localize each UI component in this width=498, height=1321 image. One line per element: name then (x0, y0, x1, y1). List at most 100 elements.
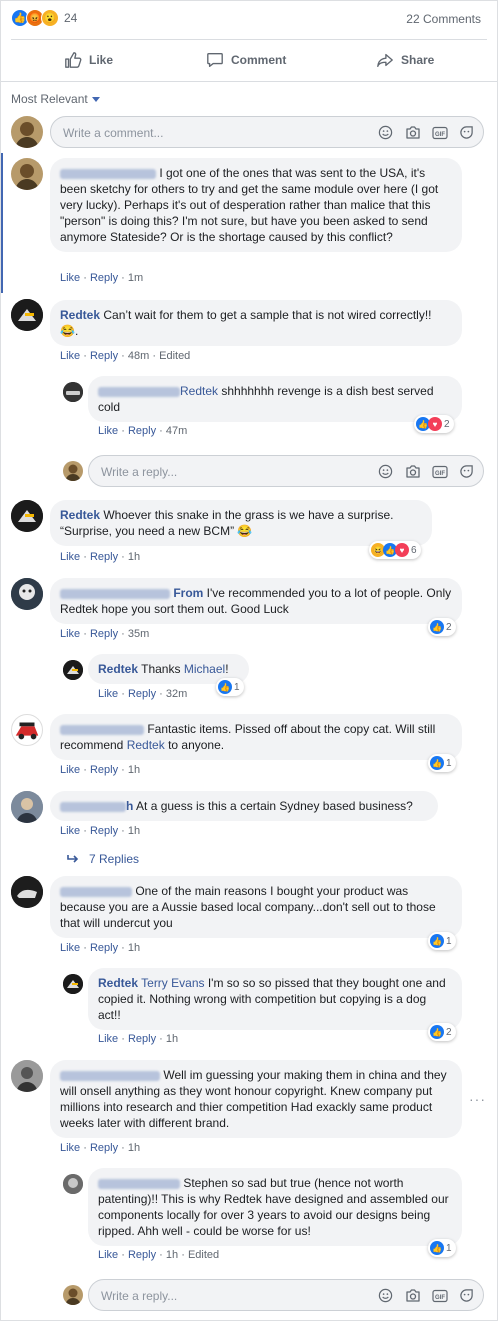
camera-icon[interactable] (404, 1287, 421, 1304)
commenter-name[interactable]: Redtek (60, 508, 100, 522)
reply-link[interactable]: Reply (128, 425, 156, 437)
gif-icon[interactable]: GIF (431, 124, 448, 141)
redacted-commenter-name[interactable] (60, 168, 156, 179)
avatar[interactable] (11, 1060, 43, 1092)
like-link[interactable]: Like (98, 688, 118, 700)
view-replies-link[interactable]: 7 Replies (67, 852, 139, 866)
reaction-badge[interactable]: 👍 2 (428, 1023, 456, 1041)
redacted-commenter-name[interactable] (60, 588, 170, 599)
avatar[interactable] (11, 714, 43, 746)
reaction-summary[interactable]: 👍 😡 😮 24 (11, 9, 77, 27)
edited-label[interactable]: Edited (188, 1249, 219, 1261)
reply-link[interactable]: Reply (128, 1249, 156, 1261)
timestamp[interactable]: 1h (166, 1033, 178, 1045)
avatar[interactable] (11, 299, 43, 331)
like-link[interactable]: Like (98, 1249, 118, 1261)
reply-link[interactable]: Reply (90, 350, 118, 362)
timestamp[interactable]: 1m (128, 272, 143, 284)
avatar[interactable] (11, 791, 43, 823)
comment-input-placeholder[interactable]: Write a comment... (63, 126, 163, 140)
mention[interactable]: Redtek (127, 738, 165, 752)
timestamp[interactable]: 1h (128, 1142, 140, 1154)
reply-link[interactable]: Reply (90, 764, 118, 776)
reply-input-placeholder[interactable]: Write a reply... (101, 1289, 177, 1303)
emoji-icon[interactable] (377, 463, 394, 480)
sticker-icon[interactable] (458, 463, 475, 480)
like-link[interactable]: Like (98, 425, 118, 437)
reaction-badge[interactable]: 👍 1 (428, 1239, 456, 1257)
reaction-badge[interactable]: 👍 1 (428, 932, 456, 950)
comments-count[interactable]: 22 Comments (406, 12, 481, 26)
like-link[interactable]: Like (60, 272, 80, 284)
avatar[interactable] (11, 578, 43, 610)
timestamp[interactable]: 1h (128, 551, 140, 563)
like-link[interactable]: Like (60, 1142, 80, 1154)
redacted-commenter-name[interactable] (98, 1178, 180, 1189)
emoji-icon[interactable] (377, 124, 394, 141)
comment-composer[interactable]: Write a comment... GIF (50, 116, 484, 148)
like-link[interactable]: Like (60, 551, 80, 563)
commenter-name[interactable]: Redtek (98, 976, 138, 990)
reaction-badge[interactable]: 👍 1 (428, 754, 456, 772)
avatar[interactable] (11, 116, 43, 148)
mention[interactable]: Redtek (180, 384, 218, 398)
reply-input-placeholder[interactable]: Write a reply... (101, 465, 177, 479)
mention[interactable]: Michael (184, 662, 225, 676)
reply-link[interactable]: Reply (90, 942, 118, 954)
commenter-name-suffix[interactable]: From (173, 586, 203, 600)
reply-link[interactable]: Reply (128, 1033, 156, 1045)
comment-button[interactable]: Comment (206, 51, 286, 69)
reply-composer[interactable]: Write a reply... GIF (88, 455, 484, 487)
camera-icon[interactable] (404, 124, 421, 141)
reaction-badge[interactable]: 👍 ♥ 2 (414, 415, 454, 433)
redacted-commenter-name[interactable] (98, 386, 180, 397)
share-button[interactable]: Share (376, 51, 434, 69)
reply-link[interactable]: Reply (90, 272, 118, 284)
reply-link[interactable]: Reply (90, 551, 118, 563)
reaction-count[interactable]: 24 (64, 11, 77, 25)
reply-composer[interactable]: Write a reply... GIF (88, 1279, 484, 1311)
timestamp[interactable]: 1h (128, 942, 140, 954)
like-link[interactable]: Like (60, 764, 80, 776)
redacted-commenter-name[interactable] (60, 724, 144, 735)
sticker-icon[interactable] (458, 124, 475, 141)
reaction-badge[interactable]: 👍 2 (428, 618, 456, 636)
like-link[interactable]: Like (60, 942, 80, 954)
reaction-badge[interactable]: 👍 1 (216, 678, 244, 696)
avatar[interactable] (11, 876, 43, 908)
reply-link[interactable]: Reply (90, 1142, 118, 1154)
timestamp[interactable]: 47m (166, 425, 187, 437)
camera-icon[interactable] (404, 463, 421, 480)
emoji-icon[interactable] (377, 1287, 394, 1304)
sort-dropdown[interactable]: Most Relevant (11, 92, 100, 106)
edited-label[interactable]: Edited (159, 350, 190, 362)
like-link[interactable]: Like (60, 628, 80, 640)
avatar[interactable] (63, 1174, 83, 1194)
redacted-commenter-name[interactable] (60, 801, 126, 812)
avatar[interactable] (63, 382, 83, 402)
like-link[interactable]: Like (60, 350, 80, 362)
timestamp[interactable]: 1h (128, 825, 140, 837)
mention[interactable]: Terry Evans (141, 976, 204, 990)
timestamp[interactable]: 35m (128, 628, 149, 640)
timestamp[interactable]: 1h (128, 764, 140, 776)
like-link[interactable]: Like (60, 825, 80, 837)
reply-link[interactable]: Reply (90, 825, 118, 837)
timestamp[interactable]: 32m (166, 688, 187, 700)
avatar[interactable] (63, 1285, 83, 1305)
commenter-name[interactable]: Redtek (98, 662, 138, 676)
like-button[interactable]: Like (64, 51, 113, 69)
avatar[interactable] (11, 158, 43, 190)
like-link[interactable]: Like (98, 1033, 118, 1045)
gif-icon[interactable]: GIF (431, 463, 448, 480)
reaction-badge[interactable]: 😆 👍 ♥ 6 (369, 541, 421, 559)
commenter-name[interactable]: Redtek (60, 308, 100, 322)
reply-link[interactable]: Reply (128, 688, 156, 700)
avatar[interactable] (11, 500, 43, 532)
gif-icon[interactable]: GIF (431, 1287, 448, 1304)
avatar[interactable] (63, 660, 83, 680)
timestamp[interactable]: 1h (166, 1249, 178, 1261)
avatar[interactable] (63, 461, 83, 481)
more-options-icon[interactable]: ··· (469, 1091, 486, 1107)
timestamp[interactable]: 48m (128, 350, 149, 362)
